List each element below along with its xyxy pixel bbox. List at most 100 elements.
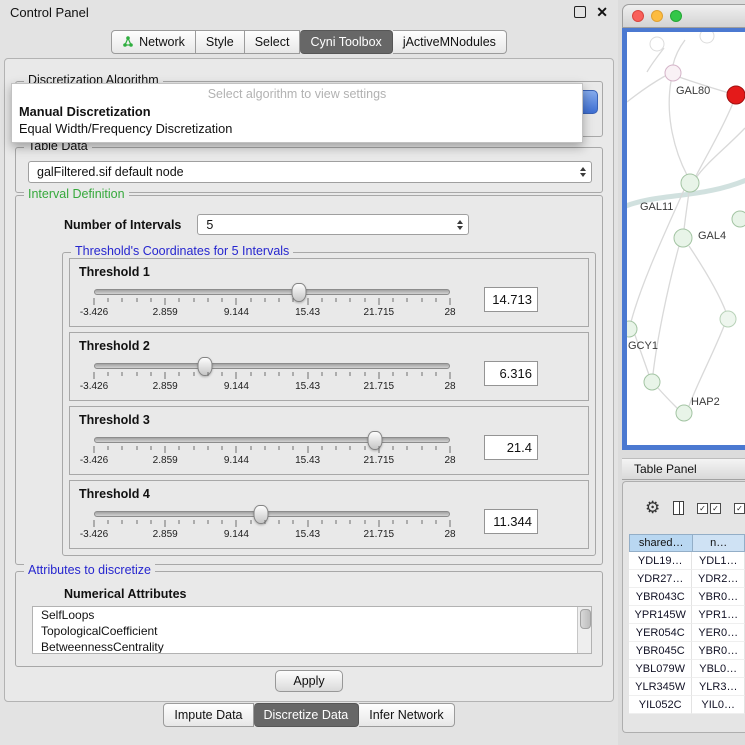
slider-scale-label: 28 bbox=[444, 455, 455, 466]
table-panel-title: Table Panel bbox=[634, 462, 697, 476]
gear-icon[interactable]: ⚙ bbox=[645, 498, 660, 518]
select-columns-icon[interactable]: ✓ ✓ bbox=[697, 503, 721, 514]
slider-tick bbox=[407, 372, 408, 376]
threshold-4-value-field[interactable]: 11.344 bbox=[484, 509, 538, 534]
scrollbar-thumb[interactable] bbox=[580, 609, 591, 629]
number-of-intervals-combo[interactable]: 5 bbox=[197, 214, 469, 235]
tab-network[interactable]: Network bbox=[111, 30, 196, 54]
slider-scale-label: 2.859 bbox=[153, 455, 178, 466]
table-data-combo-value: galFiltered.sif default node bbox=[37, 165, 184, 179]
slider-scale-label: 15.43 bbox=[295, 455, 320, 466]
network-node[interactable] bbox=[700, 32, 714, 43]
tab-style[interactable]: Style bbox=[196, 30, 245, 54]
network-node[interactable] bbox=[644, 374, 660, 390]
slider-tick bbox=[279, 298, 280, 302]
apply-button[interactable]: Apply bbox=[275, 670, 342, 692]
table-cell[interactable]: YDR27… bbox=[629, 570, 692, 588]
stepper-icon[interactable] bbox=[580, 167, 586, 177]
table-cell[interactable]: YLR3… bbox=[692, 678, 745, 696]
vertical-scrollbar[interactable] bbox=[577, 607, 591, 653]
table-cell[interactable]: YBL079W bbox=[629, 660, 692, 678]
slider-tick bbox=[378, 298, 379, 305]
table-data-combo[interactable]: galFiltered.sif default node bbox=[28, 161, 592, 183]
table-cell[interactable]: YPR145W bbox=[629, 606, 692, 624]
slider-track[interactable] bbox=[94, 511, 450, 517]
list-item[interactable]: SelfLoops bbox=[33, 607, 591, 623]
table-cell[interactable]: YDL19… bbox=[629, 552, 692, 570]
minimize-traffic-light-icon[interactable] bbox=[651, 10, 663, 22]
dropdown-option-equal-width-frequency[interactable]: Equal Width/Frequency Discretization bbox=[12, 120, 582, 137]
list-item[interactable]: BetweennessCentrality bbox=[33, 639, 591, 654]
slider-tick bbox=[150, 298, 151, 302]
column-header-shared[interactable]: shared… bbox=[629, 534, 692, 552]
table-cell[interactable]: YDR2… bbox=[692, 570, 745, 588]
network-canvas[interactable]: GAL80GAL11GAL4GCY1HAP2 bbox=[627, 32, 745, 445]
tab-impute-data[interactable]: Impute Data bbox=[163, 703, 253, 727]
slider-tick bbox=[421, 372, 422, 376]
threshold-2-slider[interactable]: -3.4262.8599.14415.4321.71528 bbox=[76, 354, 468, 396]
table-cell[interactable]: YBR0… bbox=[692, 588, 745, 606]
tab-cyni-toolbox[interactable]: Cyni Toolbox bbox=[300, 30, 392, 54]
tab-discretize-data[interactable]: Discretize Data bbox=[254, 703, 360, 727]
threshold-label: Threshold 4 bbox=[79, 487, 588, 501]
table-cell[interactable]: YIL0… bbox=[692, 696, 745, 714]
threshold-2-value-field[interactable]: 6.316 bbox=[484, 361, 538, 386]
tab-infer-network[interactable]: Infer Network bbox=[359, 703, 454, 727]
table-cell[interactable]: YPR1… bbox=[692, 606, 745, 624]
slider-scale-label: 2.859 bbox=[153, 381, 178, 392]
slider-tick bbox=[435, 446, 436, 450]
dropdown-option-manual-discretization[interactable]: Manual Discretization bbox=[12, 103, 582, 120]
float-window-icon[interactable] bbox=[574, 6, 586, 18]
threshold-2-panel: Threshold 2 -3.4262.8599.14415.4321.7152… bbox=[69, 332, 589, 401]
slider-tick bbox=[264, 372, 265, 376]
tab-jactivemnodules[interactable]: jActiveMNodules bbox=[393, 30, 507, 54]
threshold-3-value-field[interactable]: 21.4 bbox=[484, 435, 538, 460]
slider-tick bbox=[136, 298, 137, 302]
network-window-titlebar[interactable] bbox=[622, 4, 745, 28]
columns-icon[interactable] bbox=[673, 501, 684, 515]
zoom-traffic-light-icon[interactable] bbox=[670, 10, 682, 22]
close-icon[interactable]: ✕ bbox=[596, 5, 608, 19]
tab-select[interactable]: Select bbox=[245, 30, 301, 54]
slider-scale-label: 21.715 bbox=[364, 307, 395, 318]
table-cell[interactable]: YIL052C bbox=[629, 696, 692, 714]
table-cell[interactable]: YBR0… bbox=[692, 642, 745, 660]
slider-scale-labels: -3.4262.8599.14415.4321.71528 bbox=[94, 381, 450, 393]
bottom-tab-bar: Impute Data Discretize Data Infer Networ… bbox=[0, 703, 618, 727]
threshold-1-value-field[interactable]: 14.713 bbox=[484, 287, 538, 312]
slider-tick bbox=[450, 446, 451, 453]
column-header-n[interactable]: n… bbox=[692, 534, 745, 552]
close-traffic-light-icon[interactable] bbox=[632, 10, 644, 22]
network-node[interactable] bbox=[720, 311, 736, 327]
threshold-3-slider[interactable]: -3.4262.8599.14415.4321.71528 bbox=[76, 428, 468, 470]
window-title: Control Panel bbox=[10, 5, 89, 20]
network-node[interactable] bbox=[627, 321, 637, 337]
table-cell[interactable]: YBL0… bbox=[692, 660, 745, 678]
network-node[interactable] bbox=[650, 37, 664, 51]
slider-tick bbox=[378, 520, 379, 527]
network-node[interactable] bbox=[681, 174, 699, 192]
slider-track[interactable] bbox=[94, 437, 450, 443]
checkbox-icon: ✓ bbox=[697, 503, 708, 514]
table-cell[interactable]: YDL1… bbox=[692, 552, 745, 570]
select-rows-icon[interactable]: ✓ bbox=[734, 503, 745, 514]
stepper-icon[interactable] bbox=[457, 220, 463, 230]
slider-track[interactable] bbox=[94, 289, 450, 295]
table-header-row: shared… n… bbox=[629, 534, 745, 552]
network-node[interactable] bbox=[732, 211, 745, 227]
table-cell[interactable]: YER0… bbox=[692, 624, 745, 642]
network-node[interactable] bbox=[676, 405, 692, 421]
table-cell[interactable]: YBR045C bbox=[629, 642, 692, 660]
threshold-4-slider[interactable]: -3.4262.8599.14415.4321.71528 bbox=[76, 502, 468, 544]
slider-track[interactable] bbox=[94, 363, 450, 369]
table-cell[interactable]: YER054C bbox=[629, 624, 692, 642]
table-row: YBR043C YBR0… bbox=[629, 588, 745, 606]
network-node[interactable] bbox=[665, 65, 681, 81]
network-node[interactable] bbox=[727, 86, 745, 104]
table-cell[interactable]: YBR043C bbox=[629, 588, 692, 606]
network-node[interactable] bbox=[674, 229, 692, 247]
slider-tick bbox=[222, 446, 223, 450]
table-cell[interactable]: YLR345W bbox=[629, 678, 692, 696]
list-item[interactable]: TopologicalCoefficient bbox=[33, 623, 591, 639]
threshold-1-slider[interactable]: -3.4262.8599.14415.4321.71528 bbox=[76, 280, 468, 322]
